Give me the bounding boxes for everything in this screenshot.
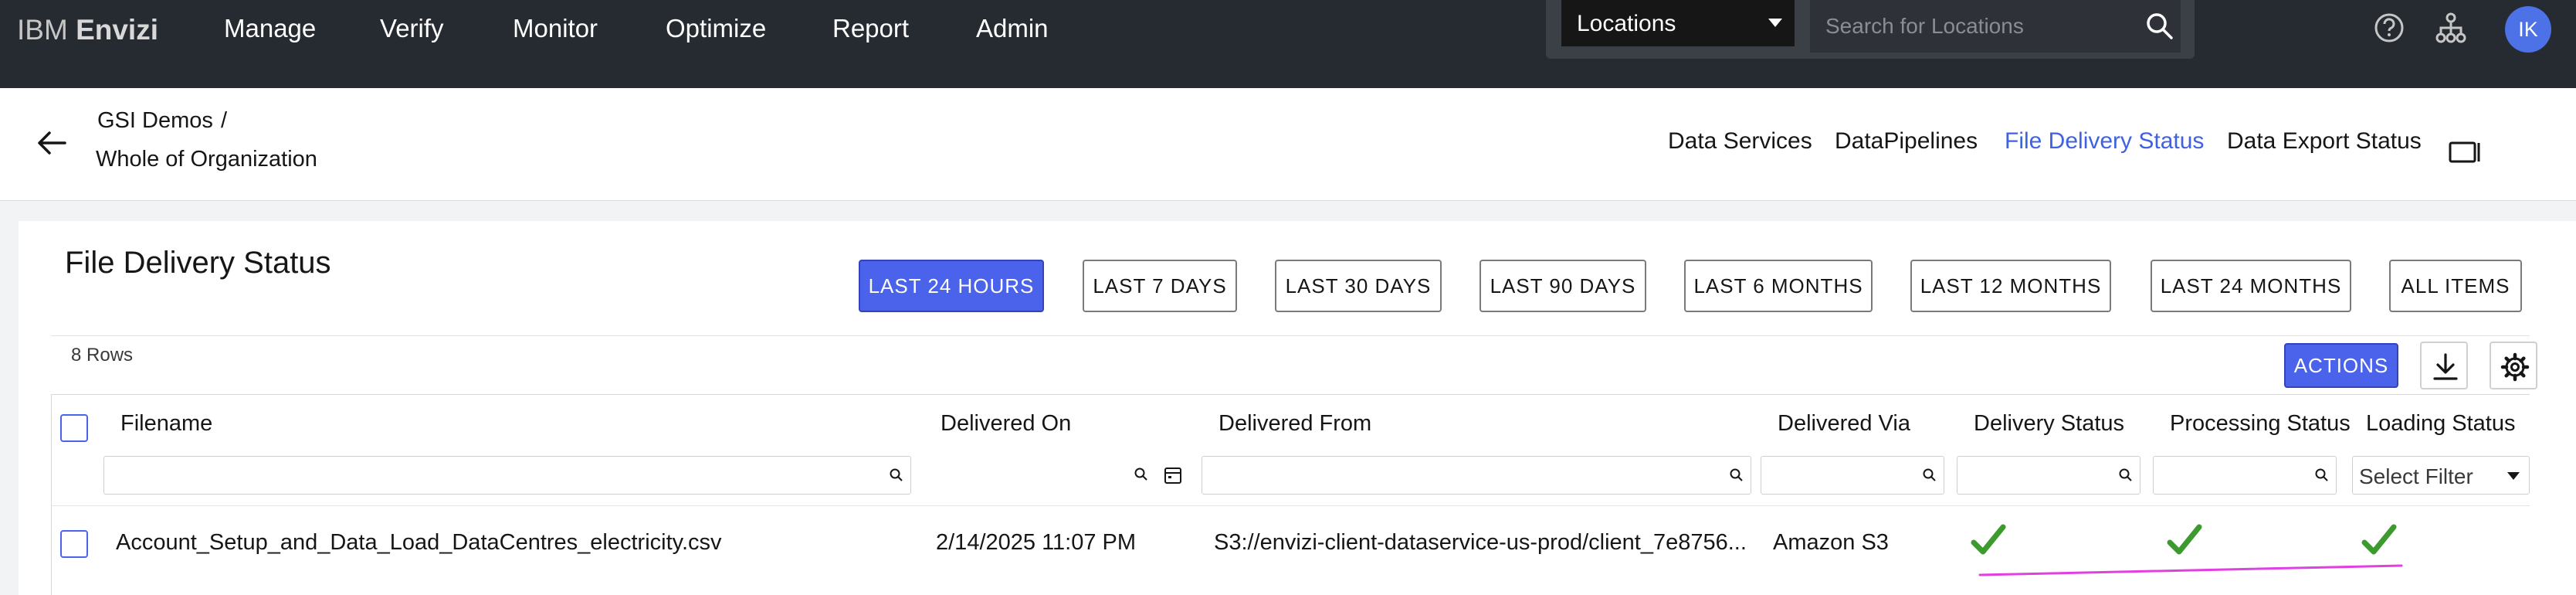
select-filter-placeholder: Select Filter — [2359, 464, 2473, 488]
menu-manage[interactable]: Manage — [224, 14, 316, 43]
search-input[interactable] — [1810, 0, 2181, 53]
filter-last-12-months[interactable]: LAST 12 MONTHS — [1910, 260, 2111, 312]
filter-all-items[interactable]: ALL ITEMS — [2389, 260, 2522, 312]
search-icon — [1134, 468, 1147, 481]
rows-count: 8 Rows — [71, 345, 134, 366]
loading-status-filter-select[interactable]: Select Filter — [2352, 456, 2530, 495]
cell-filename[interactable]: Account_Setup_and_Data_Load_DataCentres_… — [116, 530, 722, 556]
column-header-delivery-status[interactable]: Delivery Status — [1974, 411, 2124, 437]
settings-button[interactable] — [2490, 342, 2537, 389]
location-type-select[interactable]: Locations — [1561, 0, 1795, 46]
filter-last-7-days[interactable]: LAST 7 DAYS — [1083, 260, 1237, 312]
column-header-delivered-from[interactable]: Delivered From — [1219, 411, 1371, 437]
location-type-value: Locations — [1577, 11, 1676, 36]
delivered-from-filter-input[interactable] — [1202, 456, 1751, 495]
help-icon[interactable] — [2372, 11, 2406, 45]
row-checkbox[interactable] — [60, 530, 88, 558]
brand-logo[interactable]: IBM Envizi — [17, 14, 158, 46]
menu-monitor[interactable]: Monitor — [513, 14, 598, 43]
menu-report[interactable]: Report — [832, 14, 909, 43]
loading-status-check-icon — [2361, 524, 2397, 555]
search-icon[interactable] — [2144, 11, 2175, 42]
select-all-checkbox[interactable] — [60, 414, 88, 442]
menu-optimize[interactable]: Optimize — [666, 14, 766, 43]
toolbar-divider — [51, 335, 2530, 336]
delivered-on-filter-input[interactable] — [927, 456, 1155, 495]
delivered-via-filter-input[interactable] — [1761, 456, 1944, 495]
processing-status-filter-input[interactable] — [2153, 456, 2337, 495]
header-row-divider — [51, 505, 2530, 506]
brand-envizi: Envizi — [76, 14, 158, 46]
tab-data-pipelines[interactable]: DataPipelines — [1835, 128, 1978, 155]
actions-button[interactable]: ACTIONS — [2284, 343, 2398, 388]
screen-icon[interactable] — [2448, 139, 2482, 165]
column-header-delivered-on[interactable]: Delivered On — [941, 411, 1071, 437]
filter-last-24-hours[interactable]: LAST 24 HOURS — [859, 260, 1044, 312]
top-nav-bar: IBM Envizi Manage Verify Monitor Optimiz… — [0, 0, 2576, 88]
back-arrow-icon[interactable] — [34, 125, 69, 161]
search-icon — [1923, 468, 1936, 481]
search-icon — [890, 468, 903, 481]
org-hierarchy-icon[interactable] — [2434, 11, 2468, 45]
column-header-loading-status[interactable]: Loading Status — [2366, 411, 2515, 437]
download-button[interactable] — [2420, 342, 2468, 389]
chevron-down-icon — [2507, 472, 2520, 480]
search-icon — [2315, 468, 2328, 481]
download-icon — [2433, 353, 2458, 380]
filename-filter-input[interactable] — [103, 456, 911, 495]
processing-status-check-icon — [2167, 524, 2202, 555]
menu-verify[interactable]: Verify — [380, 14, 444, 43]
breadcrumb-parent[interactable]: GSI Demos — [97, 108, 213, 134]
cell-delivered-via: Amazon S3 — [1773, 530, 1889, 555]
search-icon — [1730, 468, 1743, 481]
delivery-status-check-icon — [1971, 524, 2006, 555]
chevron-down-icon — [1768, 19, 1782, 27]
gear-icon — [2500, 352, 2530, 382]
filter-last-90-days[interactable]: LAST 90 DAYS — [1480, 260, 1646, 312]
annotation-underline — [1978, 564, 2403, 576]
column-header-processing-status[interactable]: Processing Status — [2170, 411, 2351, 437]
filter-last-6-months[interactable]: LAST 6 MONTHS — [1684, 260, 1873, 312]
search-icon — [2119, 468, 2132, 481]
column-header-delivered-via[interactable]: Delivered Via — [1778, 411, 1910, 437]
sub-header: GSI Demos / Whole of Organization Data S… — [0, 88, 2576, 201]
calendar-icon[interactable] — [1163, 465, 1183, 485]
table-top-border — [51, 394, 2530, 395]
column-header-filename[interactable]: Filename — [120, 411, 212, 437]
brand-ibm: IBM — [17, 14, 68, 46]
cell-delivered-from: S3://envizi-client-dataservice-us-prod/c… — [1214, 530, 1747, 555]
breadcrumb-separator: / — [221, 108, 228, 133]
filter-last-24-months[interactable]: LAST 24 MONTHS — [2151, 260, 2351, 312]
tab-data-export-status[interactable]: Data Export Status — [2227, 128, 2422, 155]
menu-admin[interactable]: Admin — [976, 14, 1049, 43]
table-left-border — [51, 394, 52, 595]
cell-delivered-on: 2/14/2025 11:07 PM — [936, 530, 1137, 555]
tab-file-delivery-status[interactable]: File Delivery Status — [2005, 128, 2204, 155]
breadcrumb-current: Whole of Organization — [96, 147, 317, 172]
page-title: File Delivery Status — [65, 246, 331, 280]
tab-data-services[interactable]: Data Services — [1668, 128, 1812, 155]
user-avatar[interactable]: IK — [2505, 6, 2551, 53]
filter-last-30-days[interactable]: LAST 30 DAYS — [1275, 260, 1442, 312]
delivery-status-filter-input[interactable] — [1957, 456, 2140, 495]
